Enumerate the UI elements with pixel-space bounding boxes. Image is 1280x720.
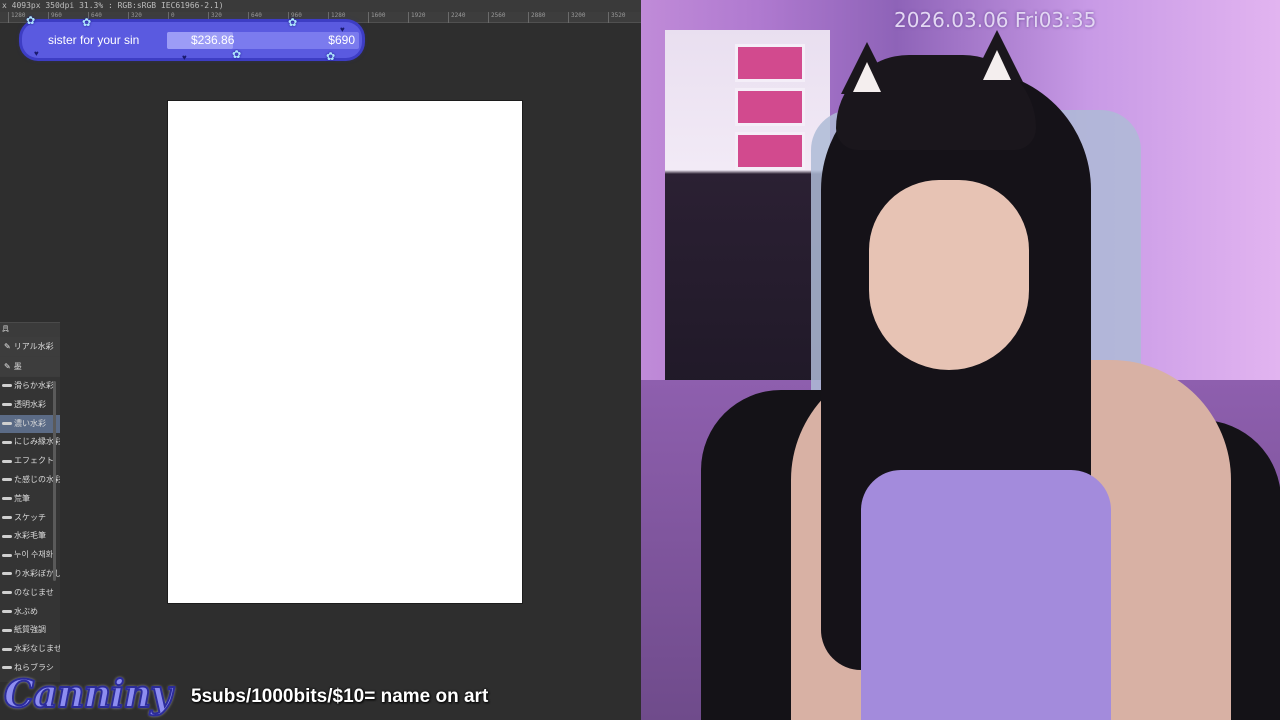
brush-item-label: 透明水彩 [14,399,46,409]
flower-icon: ✿ [326,51,336,63]
stream-clock: 2026.03.06 Fri03:35 [894,8,1097,32]
canvas-status-text: x 4093px 350dpi 31.3% : RGB:sRGB IEC6196… [0,0,641,12]
goal-current-amount: $236.86 [191,33,235,47]
brush-item[interactable]: のなじませ [0,584,60,603]
brush-stroke-preview-icon [2,534,12,538]
brush-stroke-preview-icon [2,384,12,388]
brush-item[interactable]: た感じの水彩 [0,471,60,490]
brush-item-label: 濃い水彩 [14,418,46,428]
brush-category-list: ✎ リアル水彩 ✎ 墨 [0,337,60,377]
brush-stroke-preview-icon [2,591,12,595]
brush-item[interactable]: 水彩なじませ [0,640,60,659]
pen-icon: ✎ [4,342,11,351]
goal-progress-track: $236.86 $690 [167,32,359,49]
brush-category[interactable]: ✎ 墨 [0,357,60,377]
brush-item-label: 紙質強調 [14,625,46,635]
webcam-feed: 2026.03.06 Fri03:35 [641,0,1280,720]
brush-list-scrollbar[interactable] [53,381,56,581]
brush-item-label: 水彩なじませ [14,644,60,654]
brush-item-label: 누이 수채화 [14,550,54,560]
brush-stroke-preview-icon [2,497,12,501]
brush-item[interactable]: 濃い水彩 [0,414,60,434]
brush-stroke-preview-icon [2,459,12,463]
incentive-ticker: 5subs/1000bits/$10= name on art [191,686,489,707]
shelf-drawer [735,132,805,170]
brush-stroke-preview-icon [2,628,12,632]
flower-icon: ✿ [288,17,298,29]
drawing-app-window: x 4093px 350dpi 31.3% : RGB:sRGB IEC6196… [0,0,641,720]
brush-category[interactable]: ✎ リアル水彩 [0,337,60,357]
brush-category-label: リアル水彩 [13,342,54,351]
cat-ear-inner-right [983,50,1011,80]
flower-icon: ✿ [232,49,242,61]
ruler-tick-label: 3200 [568,12,585,23]
brush-stroke-preview-icon [2,609,12,613]
flower-icon: ✿ [26,15,36,27]
brush-item[interactable]: 紙質強調 [0,621,60,640]
drawing-canvas[interactable] [168,101,522,603]
brush-item[interactable]: にじみ縁水彩 [0,433,60,452]
brush-item-label: 荒筆 [14,493,30,503]
donation-goal-bar: ✿ ✿ ✿ ✿ ✿ ♥ ♥ ♥ sister for your sin $236… [22,16,362,63]
heart-icon: ♥ [182,53,187,62]
brush-panel: 具 ✎ リアル水彩 ✎ 墨 滑らか水彩 透明水彩 濃い水彩 にじみ縁水彩 エフェクト た感じの水… [0,322,60,682]
ruler-tick-label: 3520 [608,12,625,23]
brush-item[interactable]: 荒筆 [0,490,60,509]
ruler-tick-label: 2240 [448,12,465,23]
brush-item[interactable]: 滑らか水彩 [0,377,60,396]
brush-item-label: 滑らか水彩 [14,381,54,390]
goal-title: sister for your sin [48,33,140,47]
brush-stroke-preview-icon [2,647,12,651]
brush-stroke-preview-icon [2,553,12,557]
cat-ear-inner-left [853,62,881,92]
brush-item-label: 水ぶめ [14,606,38,616]
goal-target-amount: $690 [328,33,355,47]
shelf-drawer [735,44,805,82]
streamer-face [869,180,1029,370]
brush-item-label: 水彩毛筆 [14,531,46,541]
brush-item-label: スケッチ [14,512,46,522]
brush-list: 滑らか水彩透明水彩濃い水彩にじみ縁水彩エフェクトた感じの水彩荒筆スケッチ水彩毛筆… [0,377,60,678]
brush-item[interactable]: 水ぶめ [0,603,60,622]
pen-icon: ✎ [4,362,11,371]
streamer-top [861,470,1111,720]
brush-item[interactable]: スケッチ [0,509,60,528]
brush-item[interactable]: 누이 수채화 [0,546,60,565]
brush-item[interactable]: り水彩ぼかし [0,565,60,584]
brush-item[interactable]: 水彩毛筆 [0,527,60,546]
brush-item-label: のなじませ [14,587,54,597]
channel-logo: Canniny [3,668,182,720]
brush-stroke-preview-icon [2,478,12,482]
brush-panel-header: 具 [0,323,60,337]
ruler-tick-label: 1920 [408,12,425,23]
ruler-tick-label: 1600 [368,12,385,23]
brush-item[interactable]: エフェクト [0,452,60,471]
brush-stroke-preview-icon [2,440,12,444]
shelf-drawer [735,88,805,126]
brush-category-label: 墨 [13,362,22,371]
brush-item[interactable]: 透明水彩 [0,396,60,415]
storage-shelf [665,30,830,430]
brush-stroke-preview-icon [2,403,12,407]
brush-stroke-preview-icon [2,572,12,576]
heart-icon: ♥ [34,49,39,58]
brush-stroke-preview-icon [2,421,12,425]
channel-logo-text: Canniny [3,670,173,717]
brush-item-label: エフェクト [14,456,54,466]
ruler-tick-label: 2560 [488,12,505,23]
brush-stroke-preview-icon [2,515,12,519]
ruler-tick-label: 2880 [528,12,545,23]
